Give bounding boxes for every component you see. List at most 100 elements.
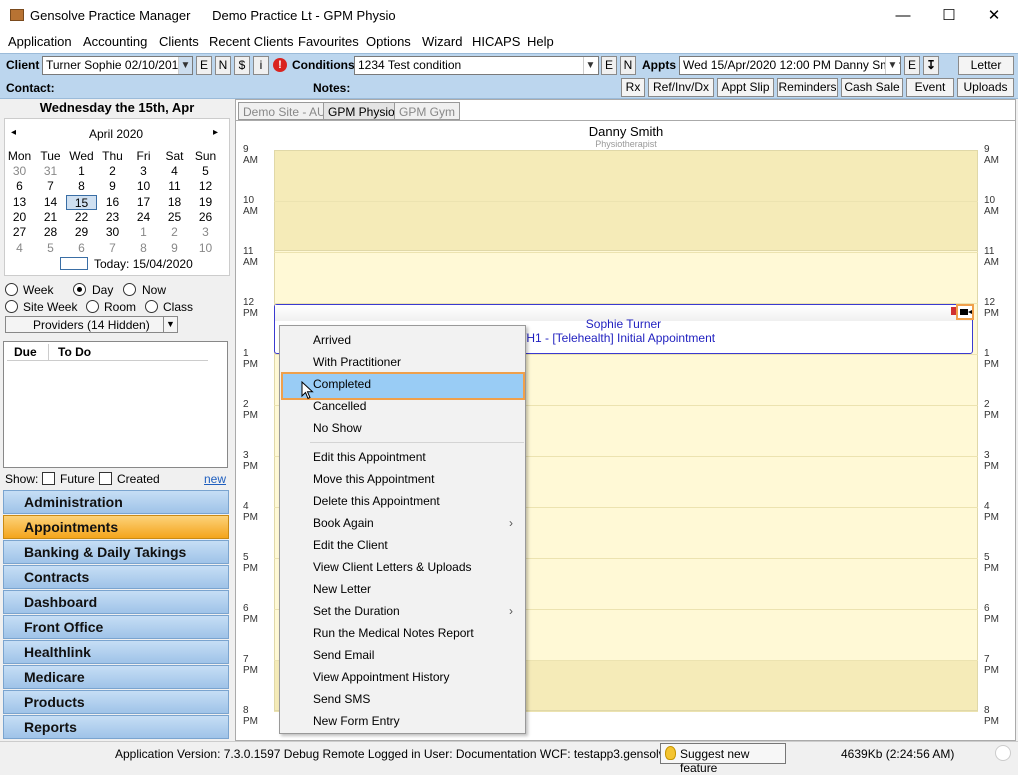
menu-item-completed[interactable]: Completed — [313, 377, 371, 391]
calendar-day[interactable]: 10 — [128, 179, 159, 194]
cash-sale-button[interactable]: Cash Sale — [841, 78, 903, 97]
menu-item-send-sms[interactable]: Send SMS — [313, 692, 370, 706]
menu-item-no-show[interactable]: No Show — [313, 421, 362, 435]
menu-item-new-letter[interactable]: New Letter — [313, 582, 371, 596]
next-month-icon[interactable]: ▸ — [213, 127, 218, 138]
nav-dashboard[interactable]: Dashboard — [3, 590, 229, 614]
condition-new-button[interactable]: N — [620, 56, 636, 75]
nav-administration[interactable]: Administration — [3, 490, 229, 514]
day-radio[interactable] — [73, 283, 86, 296]
calendar-day[interactable]: 14 — [35, 195, 66, 210]
rx-button[interactable]: Rx — [621, 78, 645, 97]
calendar-day[interactable]: 9 — [159, 241, 190, 256]
menu-application[interactable]: Application — [8, 34, 72, 49]
room-radio[interactable] — [86, 300, 99, 313]
menu-item-with-practitioner[interactable]: With Practitioner — [313, 355, 401, 369]
client-new-button[interactable]: N — [215, 56, 231, 75]
class-radio[interactable] — [145, 300, 158, 313]
now-radio[interactable] — [123, 283, 136, 296]
site-week-radio[interactable] — [5, 300, 18, 313]
close-button[interactable]: ✕ — [971, 0, 1017, 31]
week-radio[interactable] — [5, 283, 18, 296]
providers-dropdown[interactable]: Providers (14 Hidden) ▼ — [5, 316, 178, 333]
calendar-day[interactable]: 13 — [4, 195, 35, 210]
calendar-day[interactable]: 10 — [190, 241, 221, 256]
chevron-down-icon[interactable]: ▼ — [583, 57, 597, 74]
calendar-day[interactable]: 3 — [190, 225, 221, 240]
client-edit-button[interactable]: E — [196, 56, 212, 75]
today-link[interactable]: Today: 15/04/2020 — [94, 257, 193, 271]
nav-medicare[interactable]: Medicare — [3, 665, 229, 689]
nav-contracts[interactable]: Contracts — [3, 565, 229, 589]
nav-healthlink[interactable]: Healthlink — [3, 640, 229, 664]
todo-col-todo[interactable]: To Do — [58, 345, 91, 359]
download-icon[interactable]: ↧ — [923, 56, 939, 75]
calendar-day[interactable]: 16 — [97, 195, 128, 210]
calendar-day[interactable]: 3 — [128, 164, 159, 179]
menu-options[interactable]: Options — [366, 34, 411, 49]
calendar-day[interactable]: 7 — [35, 179, 66, 194]
uploads-button[interactable]: Uploads — [957, 78, 1014, 97]
menu-item-set-duration[interactable]: Set the Duration — [313, 604, 400, 618]
calendar-day[interactable]: 28 — [35, 225, 66, 240]
menu-wizard[interactable]: Wizard — [422, 34, 462, 49]
menu-item-delete-appointment[interactable]: Delete this Appointment — [313, 494, 440, 508]
calendar-day[interactable]: 4 — [4, 241, 35, 256]
ref-inv-dx-button[interactable]: Ref/Inv/Dx — [648, 78, 714, 97]
client-account-button[interactable]: $ — [234, 56, 250, 75]
calendar-day[interactable]: 4 — [159, 164, 190, 179]
appt-edit-button[interactable]: E — [904, 56, 920, 75]
letter-button[interactable]: Letter — [958, 56, 1014, 75]
future-checkbox[interactable] — [42, 472, 55, 485]
calendar-day[interactable]: 30 — [97, 225, 128, 240]
conditions-select[interactable]: 1234 Test condition — [354, 56, 599, 75]
calendar-day[interactable]: 23 — [97, 210, 128, 225]
calendar-day[interactable]: 11 — [159, 179, 190, 194]
calendar-day[interactable]: 2 — [159, 225, 190, 240]
menu-item-edit-client[interactable]: Edit the Client — [313, 538, 388, 552]
alert-icon[interactable]: ! — [273, 58, 287, 72]
calendar-day[interactable]: 5 — [35, 241, 66, 256]
calendar-day[interactable]: 19 — [190, 195, 221, 210]
todo-col-due[interactable]: Due — [14, 345, 37, 359]
menu-item-appointment-history[interactable]: View Appointment History — [313, 670, 450, 684]
tab-demo-site[interactable]: Demo Site - AU — [238, 102, 331, 120]
menu-hicaps[interactable]: HICAPS — [472, 34, 520, 49]
menu-item-new-form-entry[interactable]: New Form Entry — [313, 714, 400, 728]
event-button[interactable]: Event — [906, 78, 954, 97]
calendar-day[interactable]: 24 — [128, 210, 159, 225]
nav-appointments[interactable]: Appointments — [3, 515, 229, 539]
calendar-day[interactable]: 6 — [66, 241, 97, 256]
calendar-day[interactable]: 21 — [35, 210, 66, 225]
nav-banking[interactable]: Banking & Daily Takings — [3, 540, 229, 564]
nav-front-office[interactable]: Front Office — [3, 615, 229, 639]
calendar-day[interactable]: 17 — [128, 195, 159, 210]
menu-clients[interactable]: Clients — [159, 34, 199, 49]
condition-edit-button[interactable]: E — [601, 56, 617, 75]
calendar-day[interactable]: 1 — [66, 164, 97, 179]
appt-slip-button[interactable]: Appt Slip — [717, 78, 774, 97]
menu-help[interactable]: Help — [527, 34, 554, 49]
video-camera-icon[interactable] — [956, 304, 974, 320]
nav-reports[interactable]: Reports — [3, 715, 229, 739]
prev-month-icon[interactable]: ◂ — [11, 127, 16, 138]
calendar-day[interactable]: 5 — [190, 164, 221, 179]
calendar-day[interactable]: 20 — [4, 210, 35, 225]
menu-item-medical-notes-report[interactable]: Run the Medical Notes Report — [313, 626, 474, 640]
calendar-day[interactable]: 26 — [190, 210, 221, 225]
menu-item-move-appointment[interactable]: Move this Appointment — [313, 472, 434, 486]
calendar-day[interactable]: 25 — [159, 210, 190, 225]
created-checkbox[interactable] — [99, 472, 112, 485]
tab-gpm-physio[interactable]: GPM Physio — [323, 102, 400, 120]
calendar-day[interactable]: 22 — [66, 210, 97, 225]
menu-item-send-email[interactable]: Send Email — [313, 648, 374, 662]
calendar-day[interactable]: 31 — [35, 164, 66, 179]
chevron-down-icon[interactable]: ▼ — [178, 57, 192, 74]
nav-products[interactable]: Products — [3, 690, 229, 714]
suggest-feature-button[interactable]: Suggest new feature — [660, 743, 786, 775]
client-info-button[interactable]: i — [253, 56, 269, 75]
calendar-day[interactable]: 8 — [128, 241, 159, 256]
menu-item-edit-appointment[interactable]: Edit this Appointment — [313, 450, 426, 464]
menu-item-arrived[interactable]: Arrived — [313, 333, 351, 347]
calendar-day[interactable]: 18 — [159, 195, 190, 210]
